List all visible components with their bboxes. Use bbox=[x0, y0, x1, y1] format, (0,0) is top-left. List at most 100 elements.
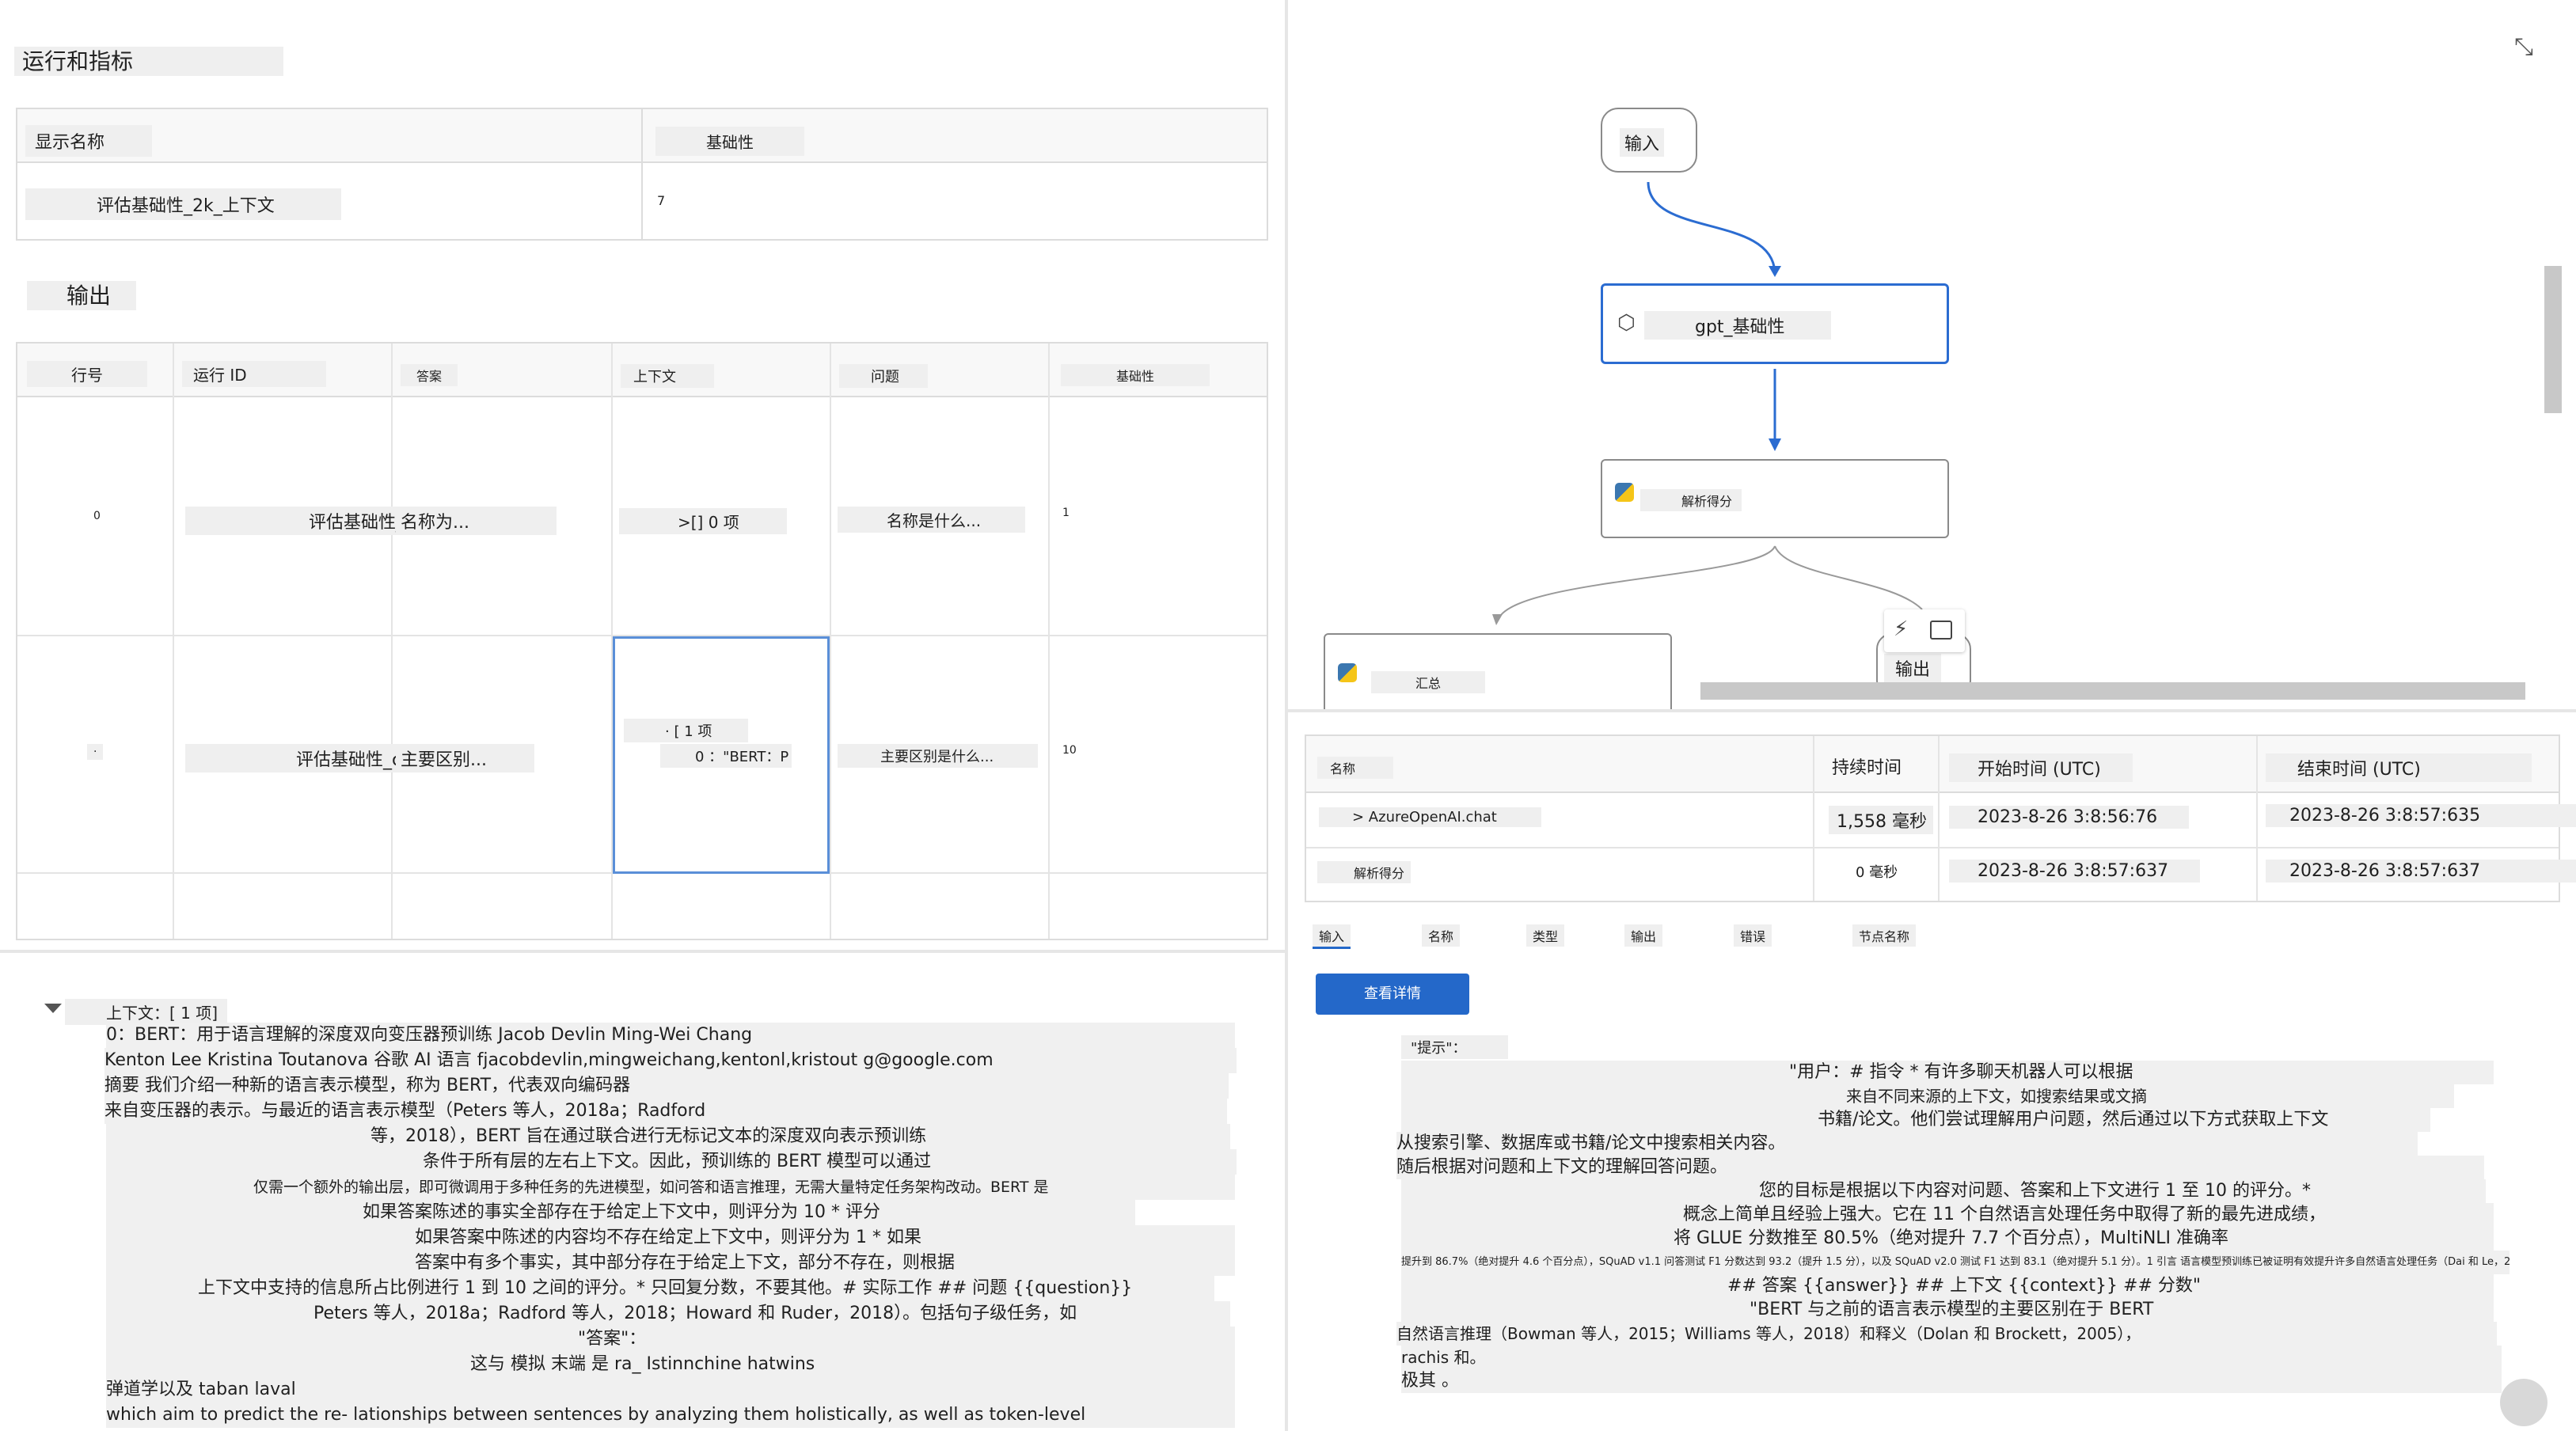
node-label: 解析得分 bbox=[1640, 489, 1742, 511]
row-question[interactable]: 主要区别是什么... bbox=[838, 744, 1039, 768]
prompt-line: 将 GLUE 分数推至 80.5%（绝对提升 7.7 个百分点），MultiNL… bbox=[1401, 1227, 2494, 1251]
node-label: gpt_基础性 bbox=[1644, 311, 1831, 340]
prompt-line: "用户：# 指令 * 有许多聊天机器人可以根据 bbox=[1401, 1061, 2494, 1084]
metrics-row-value: 7 bbox=[657, 193, 666, 208]
flow-node-aggregate[interactable]: 汇总 bbox=[1324, 633, 1672, 712]
prompt-line: 您的目标是根据以下内容对问题、答案和上下文进行 1 至 10 的评分。* bbox=[1401, 1179, 2486, 1203]
col-question[interactable]: 问题 bbox=[839, 364, 928, 388]
tab-name[interactable]: 名称 bbox=[1422, 924, 1461, 947]
prompt-line: 随后根据对问题和上下文的理解回答问题。 bbox=[1396, 1156, 2484, 1179]
prompt-line: 自然语言推理（Bowman 等人，2015；Williams 等人，2018）和… bbox=[1396, 1322, 2497, 1346]
prompt-line: 从搜索引擎、数据库或书籍/论文中搜索相关内容。 bbox=[1396, 1132, 2418, 1156]
prompt-line: 极其 。 bbox=[1401, 1369, 2502, 1393]
tab-error[interactable]: 错误 bbox=[1734, 924, 1772, 947]
trace-row-name[interactable]: 解析得分 bbox=[1317, 861, 1411, 883]
row-line-number: 0 bbox=[93, 510, 101, 522]
context-detail-pane: 上下文：[ 1 项] 0：BERT：用于语言理解的深度双向变压器预训练 Jaco… bbox=[0, 953, 1287, 1431]
row-line-number: · bbox=[87, 744, 104, 760]
view-details-button[interactable]: 查看详情 bbox=[1316, 974, 1469, 1015]
prompt-line: 书籍/论文。他们尝试理解用户问题，然后通过以下方式获取上下文 bbox=[1401, 1108, 2430, 1132]
flow-node-gpt[interactable]: ⬡ gpt_基础性 bbox=[1601, 283, 1949, 364]
trace-row-start: 2023-8-26 3:8:56:76 bbox=[1949, 806, 2190, 829]
context-line: 仅需一个额外的输出层，即可微调用于多种任务的先进模型，如问答和语言推理，无需大量… bbox=[106, 1175, 1235, 1200]
col-line-number[interactable]: 行号 bbox=[27, 361, 147, 387]
flow-node-parse-score[interactable]: 解析得分 bbox=[1601, 459, 1949, 538]
row-run-id[interactable]: 评估基础性_c bbox=[185, 507, 418, 535]
col-context[interactable]: 上下文 bbox=[621, 364, 714, 388]
context-line: 等，2018），BERT 旨在通过联合进行无标记文本的深度双向表示预训练 bbox=[106, 1124, 1230, 1149]
prompt-line: rachis 和。 bbox=[1401, 1346, 2502, 1369]
metrics-title: 运行和指标 bbox=[14, 44, 284, 76]
row-groundedness: 1 bbox=[1062, 507, 1070, 519]
prompt-key: "提示"： bbox=[1401, 1035, 1508, 1059]
trace-row-duration: 0 毫秒 bbox=[1856, 864, 1898, 881]
tab-input[interactable]: 输入 bbox=[1313, 924, 1351, 949]
magic-icon[interactable]: ⚡ bbox=[1894, 617, 1908, 641]
context-line: 弹道学以及 taban laval bbox=[106, 1377, 1235, 1403]
vertical-scrollbar[interactable] bbox=[2544, 266, 2562, 413]
row-run-id[interactable]: 评估基础性_c bbox=[185, 744, 405, 772]
col-groundedness[interactable]: 基础性 bbox=[655, 127, 804, 156]
collapse-pane-icon[interactable]: ⤡ bbox=[2514, 33, 2533, 61]
context-line: which aim to predict the re- lationships… bbox=[106, 1403, 1235, 1428]
vertical-splitter[interactable] bbox=[1285, 0, 1288, 1431]
col-duration[interactable]: 持续时间 bbox=[1832, 753, 1902, 779]
col-name[interactable]: 名称 bbox=[1317, 757, 1394, 779]
metrics-title-text: 运行和指标 bbox=[14, 47, 284, 76]
col-groundedness-out[interactable]: 基础性 bbox=[1061, 364, 1210, 386]
node-label: 输入 bbox=[1620, 128, 1665, 157]
context-line: 0：BERT：用于语言理解的深度双向变压器预训练 Jacob Devlin Mi… bbox=[106, 1023, 1235, 1048]
trace-table: 名称 持续时间 开始时间 (UTC) 结束时间 (UTC) > AzureOpe… bbox=[1305, 734, 2576, 902]
context-line: Kenton Lee Kristina Toutanova 谷歌 AI 语言 f… bbox=[104, 1048, 1237, 1073]
context-line: 来自变压器的表示。与最近的语言表示模型（Peters 等人，2018a；Radf… bbox=[104, 1099, 1227, 1124]
llm-icon: ⬡ bbox=[1617, 311, 1636, 335]
tab-output[interactable]: 输出 bbox=[1624, 924, 1663, 947]
tab-type[interactable]: 类型 bbox=[1526, 924, 1565, 947]
row-answer[interactable]: 名称为... bbox=[396, 507, 557, 535]
row-answer[interactable]: 主要区别... bbox=[396, 744, 534, 772]
outputs-title-text: 输出 bbox=[27, 281, 137, 310]
left-horizontal-splitter[interactable] bbox=[0, 950, 1285, 953]
context-line: 摘要 我们介绍一种新的语言表示模型，称为 BERT，代表双向编码器 bbox=[104, 1073, 1229, 1099]
collapse-icon[interactable] bbox=[44, 1004, 62, 1013]
right-horizontal-splitter[interactable] bbox=[1288, 709, 2576, 712]
node-toolbar: ⚡ bbox=[1884, 609, 1965, 652]
context-line: "答案"： bbox=[106, 1327, 1235, 1352]
row-context[interactable]: >[] 0 项 bbox=[619, 508, 787, 534]
trace-row-name[interactable]: > AzureOpenAI.chat bbox=[1319, 807, 1541, 827]
expand-icon[interactable] bbox=[1930, 621, 1952, 640]
context-line: 这与 模拟 末端 是 ra_ Istinnchine hatwins bbox=[106, 1352, 1235, 1377]
outputs-table: 行号 运行 ID 答案 上下文 问题 基础性 0 评估基础性_c 名称为... … bbox=[16, 342, 1268, 940]
context-line: 条件于所有层的左右上下文。因此，预训练的 BERT 模型可以通过 bbox=[106, 1149, 1237, 1175]
outputs-title: 输出 bbox=[27, 279, 137, 310]
context-line: 如果答案中陈述的内容均不存在给定上下文中，则评分为 1 * 如果 bbox=[106, 1225, 1235, 1251]
trace-row-end: 2023-8-26 3:8:57:635 bbox=[2266, 804, 2576, 827]
row-groundedness: 10 bbox=[1062, 744, 1077, 757]
col-end-time[interactable]: 结束时间 (UTC) bbox=[2266, 753, 2532, 782]
metrics-row-name[interactable]: 评估基础性_2k_上下文 bbox=[25, 188, 341, 220]
trace-row-duration: 1,558 毫秒 bbox=[1829, 806, 1933, 834]
context-line: 答案中有多个事实，其中部分存在于给定上下文，部分不存在，则根据 bbox=[106, 1251, 1235, 1276]
node-label: 输出 bbox=[1884, 654, 1942, 682]
context-line: Peters 等人，2018a；Radford 等人，2018；Howard 和… bbox=[106, 1301, 1230, 1327]
trace-row-end: 2023-8-26 3:8:57:637 bbox=[2266, 860, 2576, 883]
col-answer[interactable]: 答案 bbox=[401, 364, 458, 386]
prompt-line: 来自不同来源的上下文，如搜索结果或文摘 bbox=[1401, 1084, 2454, 1108]
row-question[interactable]: 名称是什么... bbox=[838, 507, 1026, 533]
flow-node-input[interactable]: 输入 bbox=[1601, 108, 1697, 173]
col-run-id[interactable]: 运行 ID bbox=[182, 361, 326, 387]
col-display-name[interactable]: 显示名称 bbox=[25, 125, 153, 157]
col-start-time[interactable]: 开始时间 (UTC) bbox=[1949, 753, 2133, 782]
horizontal-scrollbar[interactable] bbox=[1700, 682, 2525, 700]
prompt-line: 提升到 86.7%（绝对提升 4.6 个百分点），SQuAD v1.1 问答测试… bbox=[1401, 1251, 2510, 1274]
tab-node-name[interactable]: 节点名称 bbox=[1852, 924, 1917, 947]
refresh-icon[interactable] bbox=[2500, 1379, 2548, 1426]
selected-context-cell[interactable] bbox=[613, 636, 830, 874]
python-icon bbox=[1615, 483, 1634, 502]
python-icon bbox=[1338, 663, 1357, 682]
context-line: 如果答案陈述的事实全部存在于给定上下文中，则评分为 10 * 评分 bbox=[106, 1200, 1135, 1225]
context-line: 上下文中支持的信息所占比例进行 1 到 10 之间的评分。* 只回复分数，不要其… bbox=[106, 1276, 1214, 1301]
metrics-outputs-pane: 运行和指标 显示名称 基础性 评估基础性_2k_上下文 7 输出 行号 运行 I… bbox=[0, 0, 1287, 953]
prompt-line: 概念上简单且经验上强大。它在 11 个自然语言处理任务中取得了新的最先进成绩， bbox=[1401, 1203, 2494, 1227]
prompt-line: "BERT 与之前的语言表示模型的主要区别在于 BERT bbox=[1401, 1298, 2494, 1322]
